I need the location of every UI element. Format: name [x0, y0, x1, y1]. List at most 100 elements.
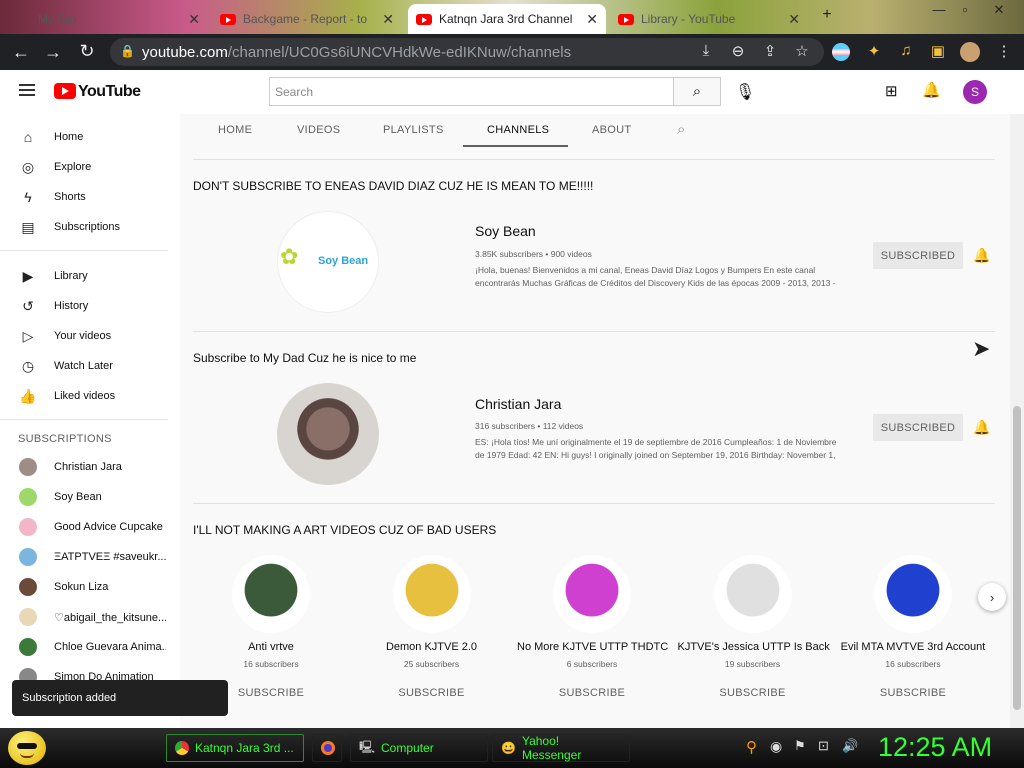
- channel-description-line: encontrarás Muchas Gráficas de Créditos …: [475, 278, 836, 288]
- channel-name[interactable]: No More KJTVE UTTP THDTC: [517, 641, 668, 653]
- network-icon[interactable]: ⊡: [818, 738, 829, 754]
- media-icon[interactable]: ♫: [896, 42, 916, 59]
- start-button-smiley-icon[interactable]: [8, 731, 46, 765]
- close-icon[interactable]: ✕: [188, 11, 200, 28]
- extension-flag-icon[interactable]: [832, 43, 850, 61]
- search-tray-icon[interactable]: ⚲: [746, 738, 757, 756]
- side-panel-icon[interactable]: ▣: [928, 42, 948, 60]
- subscribe-button[interactable]: SUBSCRIBE: [236, 683, 306, 703]
- search-input[interactable]: Search: [269, 77, 674, 106]
- maximize-icon[interactable]: ▫: [954, 2, 976, 17]
- extension-puzzle-icon[interactable]: ✦: [864, 42, 884, 60]
- sidebar-item-history[interactable]: ↺ History: [0, 291, 170, 321]
- sidebar-subscription-item[interactable]: Sokun Liza: [0, 572, 170, 602]
- your-videos-icon: ▷: [22, 327, 34, 344]
- sidebar-item-watch-later[interactable]: ◷ Watch Later: [0, 351, 170, 381]
- notification-bell-icon[interactable]: 🔔: [973, 247, 990, 264]
- taskbar-item-computer[interactable]: 🖳 Computer: [350, 734, 488, 762]
- subscriber-count: 25 subscribers: [403, 659, 460, 669]
- close-window-icon[interactable]: ✕: [988, 2, 1010, 18]
- subscribe-button[interactable]: SUBSCRIBE: [557, 683, 627, 703]
- youtube-logo-icon[interactable]: [54, 83, 76, 99]
- share-icon[interactable]: ⇪: [760, 42, 780, 60]
- channel-avatar[interactable]: [713, 555, 792, 633]
- browser-tab[interactable]: Library - YouTube ✕: [610, 4, 808, 34]
- sidebar-subscription-item[interactable]: ♡abigail_the_kitsune...: [0, 602, 170, 632]
- browser-tab[interactable]: Backgame - Report - to ✕: [212, 4, 402, 34]
- channel-meta: 316 subscribers • 112 videos: [475, 421, 584, 431]
- sidebar-item-your-videos[interactable]: ▷ Your videos: [0, 321, 170, 351]
- browser-menu-icon[interactable]: ⋮: [994, 42, 1014, 60]
- taskbar-item-yahoo-messenger[interactable]: 😀 Yahoo! Messenger: [492, 734, 630, 762]
- channel-name[interactable]: Soy Bean: [475, 223, 536, 239]
- subscribe-button[interactable]: SUBSCRIBE: [878, 683, 948, 703]
- microphone-icon[interactable]: 🎙: [735, 82, 755, 102]
- taskbar-item-label: Katnqn Jara 3rd ...: [195, 741, 294, 755]
- zoom-icon[interactable]: ⊖: [728, 42, 748, 60]
- volume-icon[interactable]: 🔊: [842, 738, 858, 754]
- notification-bell-icon[interactable]: 🔔: [973, 419, 990, 436]
- subscribed-button[interactable]: SUBSCRIBED: [873, 414, 963, 441]
- subscribe-button[interactable]: SUBSCRIBE: [397, 683, 467, 703]
- close-icon[interactable]: ✕: [788, 11, 800, 28]
- minimize-icon[interactable]: —: [928, 2, 950, 17]
- scrollbar-thumb[interactable]: [1013, 406, 1021, 710]
- hamburger-menu-icon[interactable]: [19, 84, 35, 96]
- action-center-flag-icon[interactable]: ⚑: [794, 738, 806, 754]
- channel-name[interactable]: Evil MTA MVTVE 3rd Account: [838, 641, 988, 653]
- tab-home[interactable]: HOME: [218, 124, 252, 136]
- create-video-icon[interactable]: ⊞: [885, 82, 898, 100]
- scrollbar[interactable]: [1010, 114, 1024, 728]
- back-arrow-icon[interactable]: ←: [6, 42, 36, 63]
- tab-videos[interactable]: VIDEOS: [297, 124, 340, 136]
- tray-app-icon[interactable]: ◉: [770, 738, 782, 755]
- address-bar[interactable]: 🔒 youtube.com/channel/UC0Gs6iUNCVHdkWe-e…: [110, 38, 824, 66]
- channel-name[interactable]: Demon KJTVE 2.0: [357, 641, 507, 653]
- account-avatar[interactable]: S: [963, 80, 987, 104]
- reload-icon[interactable]: ↻: [72, 41, 102, 62]
- subscribe-button[interactable]: SUBSCRIBE: [718, 683, 788, 703]
- channel-name[interactable]: KJTVE's Jessica UTTP Is Back: [678, 641, 830, 653]
- sidebar-subscription-item[interactable]: Chloe Guevara Anima...: [0, 632, 170, 662]
- compass-icon: ◎: [21, 158, 35, 175]
- sidebar-item-liked-videos[interactable]: 👍 Liked videos: [0, 381, 170, 411]
- tab-about[interactable]: ABOUT: [592, 124, 631, 136]
- clock[interactable]: 12:25 AM: [878, 732, 992, 763]
- sidebar-item-shorts[interactable]: ϟ Shorts: [0, 182, 170, 212]
- sidebar-subscription-item[interactable]: Christian Jara: [0, 452, 170, 482]
- tab-channels[interactable]: CHANNELS: [487, 124, 549, 136]
- bookmark-star-icon[interactable]: ☆: [792, 42, 812, 60]
- browser-tab[interactable]: My Tab ✕: [30, 4, 208, 34]
- channel-name[interactable]: Anti vrtve: [196, 641, 346, 653]
- sidebar-item-home[interactable]: ⌂ Home: [0, 122, 170, 152]
- sidebar-item-explore[interactable]: ◎ Explore: [0, 152, 170, 182]
- sidebar-item-library[interactable]: ▶ Library: [0, 261, 170, 291]
- channel-avatar[interactable]: [232, 555, 310, 633]
- channel-avatar[interactable]: [553, 555, 631, 633]
- sidebar-subscription-item[interactable]: Soy Bean: [0, 482, 170, 512]
- channel-search-icon[interactable]: ⌕: [677, 121, 686, 138]
- forward-arrow-icon[interactable]: →: [38, 42, 68, 63]
- new-tab-icon[interactable]: +: [816, 6, 838, 24]
- channel-avatar[interactable]: [874, 555, 952, 633]
- tab-playlists[interactable]: PLAYLISTS: [383, 124, 444, 136]
- next-arrow-button[interactable]: ›: [978, 583, 1006, 611]
- close-icon[interactable]: ✕: [382, 11, 394, 28]
- channel-avatar-christian-jara[interactable]: [277, 383, 379, 485]
- close-icon[interactable]: ✕: [586, 11, 598, 28]
- sidebar-subscription-item[interactable]: ΞATPTVEΞ #saveukr...: [0, 542, 170, 572]
- youtube-logo-text[interactable]: YouTube: [78, 83, 141, 101]
- subscribed-button[interactable]: SUBSCRIBED: [873, 242, 963, 269]
- notifications-bell-icon[interactable]: 🔔: [922, 81, 941, 99]
- channel-avatar-soy-bean[interactable]: ✿ Soy Bean: [277, 211, 379, 313]
- install-icon[interactable]: ⤓: [696, 42, 716, 59]
- channel-avatar[interactable]: [392, 555, 471, 633]
- search-button[interactable]: ⌕: [673, 77, 721, 106]
- channel-name[interactable]: Christian Jara: [475, 396, 561, 412]
- sidebar-item-subscriptions[interactable]: ▤ Subscriptions: [0, 212, 170, 242]
- taskbar-item-firefox[interactable]: [312, 734, 342, 762]
- browser-tab-active[interactable]: Katnqn Jara 3rd Channel ✕: [408, 4, 606, 34]
- profile-avatar-icon[interactable]: [960, 42, 980, 62]
- sidebar-subscription-item[interactable]: Good Advice Cupcake: [0, 512, 170, 542]
- taskbar-item-chrome[interactable]: Katnqn Jara 3rd ...: [166, 734, 304, 762]
